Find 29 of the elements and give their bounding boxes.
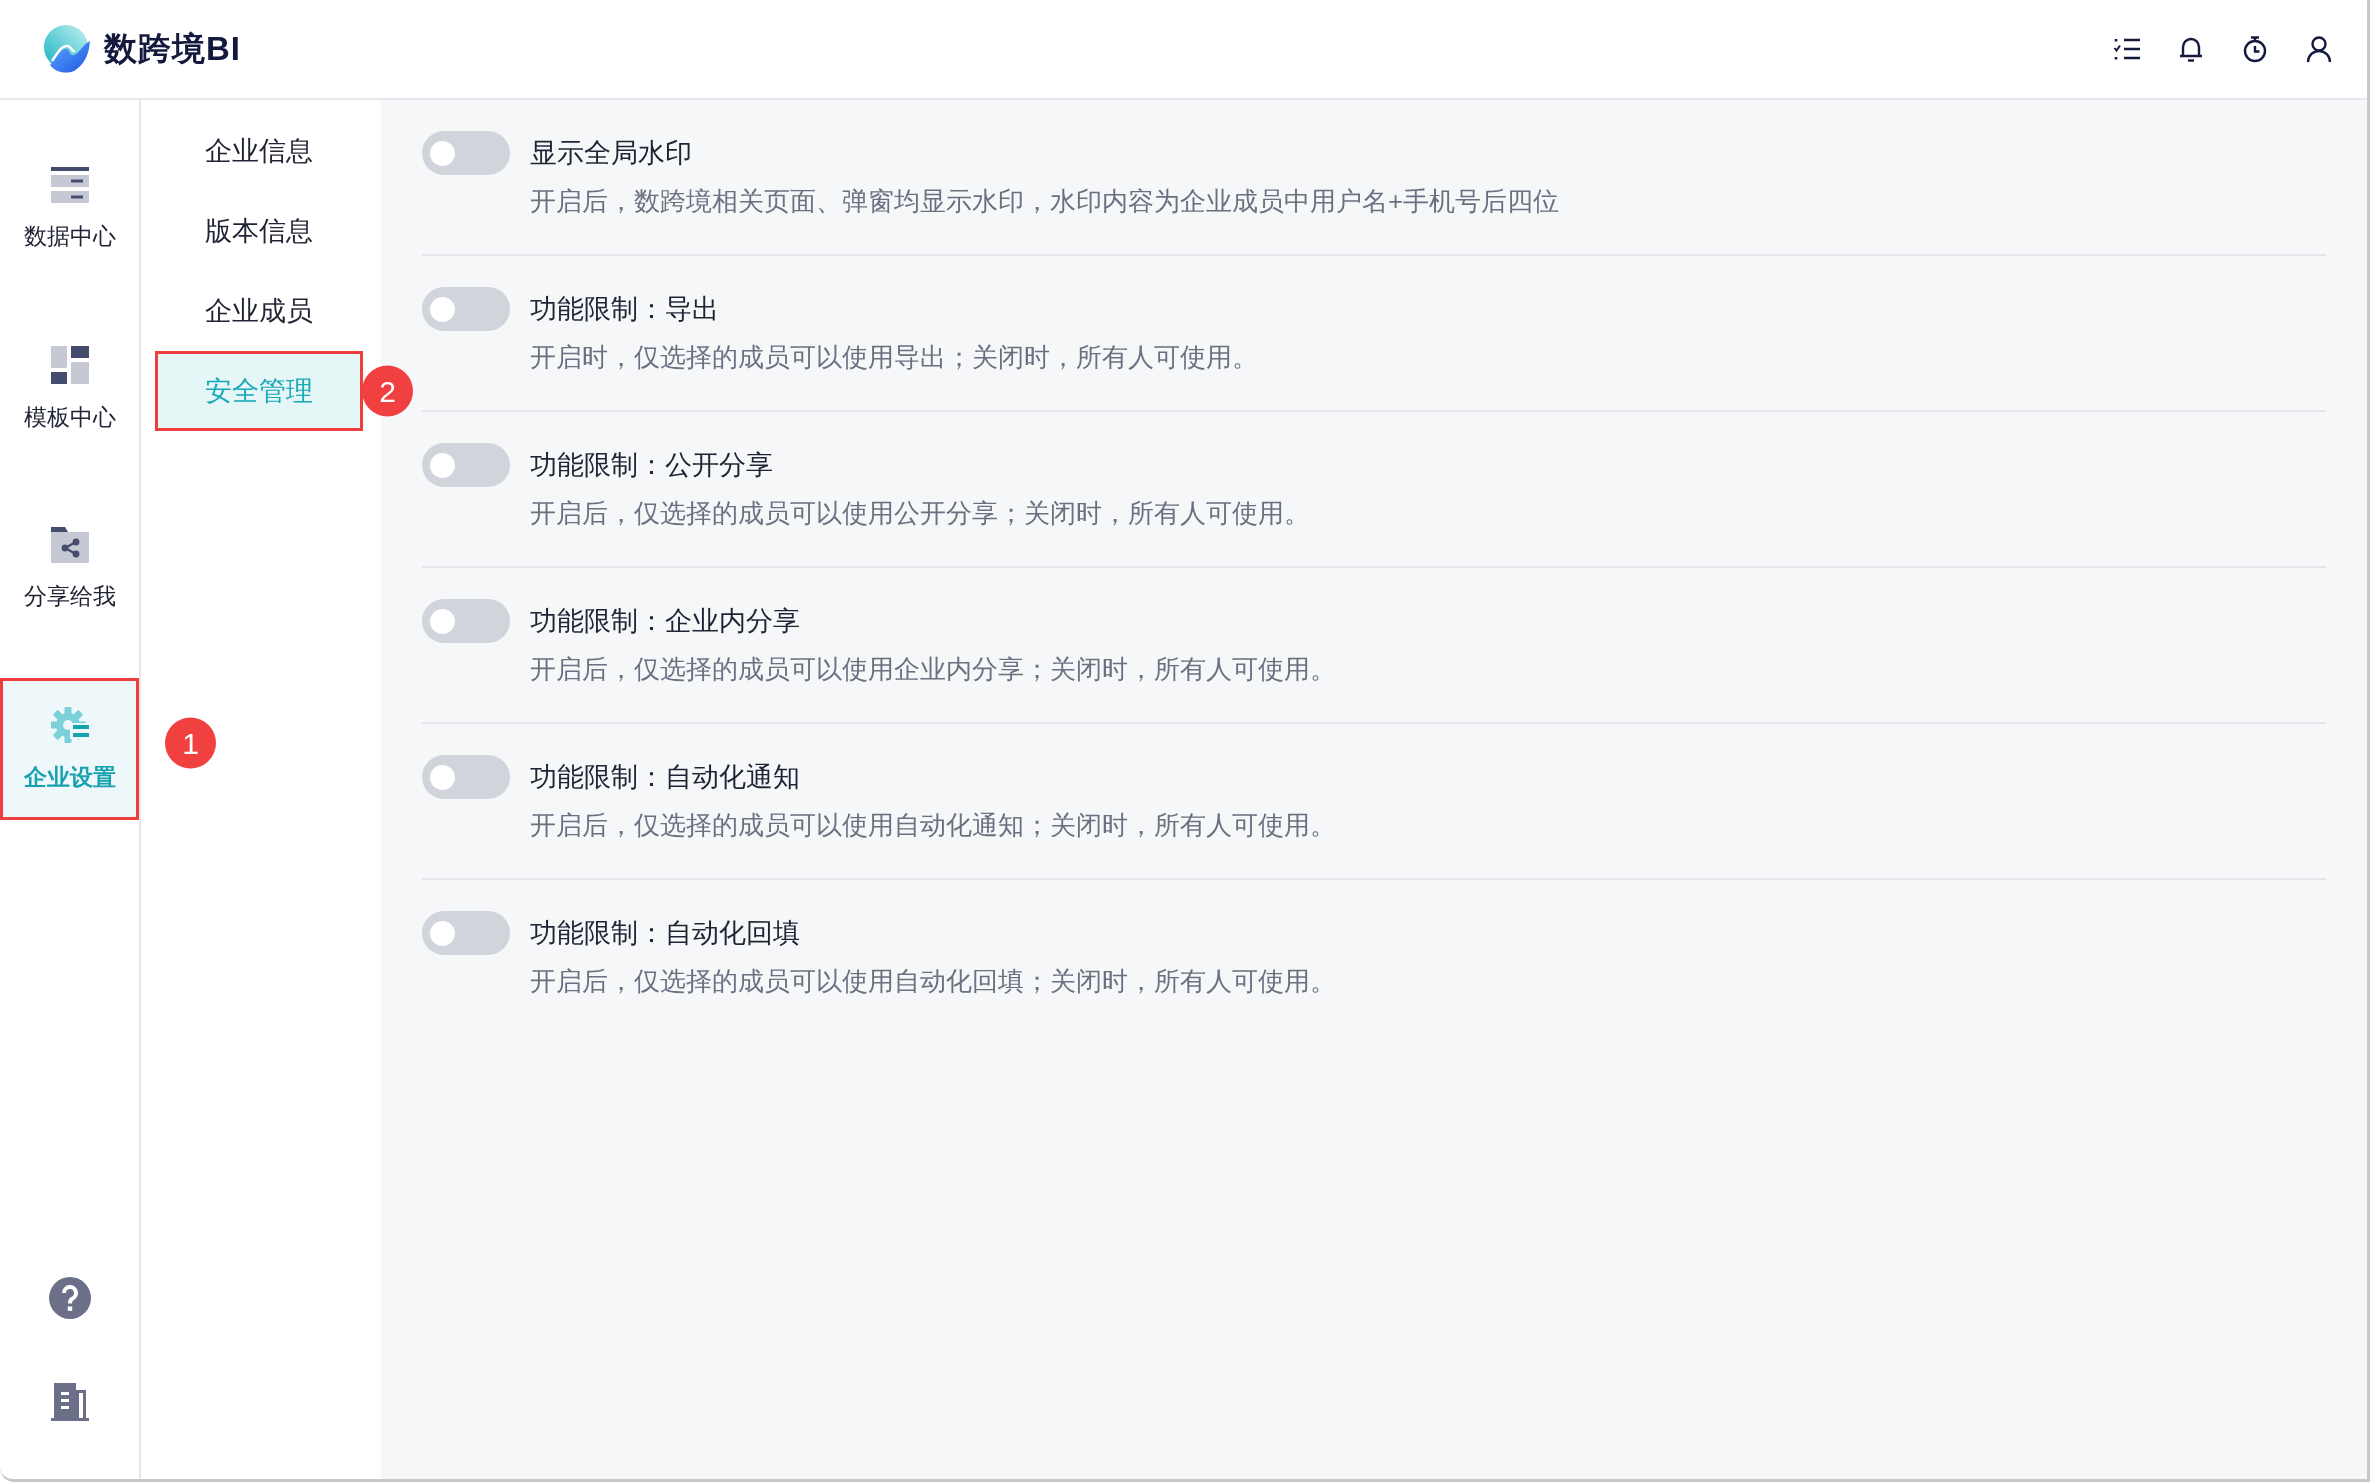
gear-settings-icon [50, 705, 89, 744]
setting-description: 开启时，仅选择的成员可以使用导出；关闭时，所有人可使用。 [530, 341, 1258, 374]
building-icon[interactable] [50, 1383, 89, 1421]
setting-title: 功能限制：自动化回填 [530, 917, 801, 950]
help-icon[interactable] [48, 1277, 91, 1319]
setting-title: 功能限制：企业内分享 [530, 605, 801, 638]
toggle-switch[interactable] [422, 755, 510, 799]
user-icon[interactable] [2305, 35, 2333, 63]
shared-folder-icon [50, 526, 89, 563]
setting-description: 开启后，数跨境相关页面、弹窗均显示水印，水印内容为企业成员中用户名+手机号后四位 [530, 185, 1560, 218]
toggle-switch[interactable] [422, 911, 510, 955]
toggle-switch[interactable] [422, 131, 510, 175]
toggle-switch[interactable] [422, 599, 510, 643]
layout-grid-icon [50, 345, 89, 384]
setting-description: 开启后，仅选择的成员可以使用自动化通知；关闭时，所有人可使用。 [530, 809, 1336, 842]
setting-description: 开启后，仅选择的成员可以使用公开分享；关闭时，所有人可使用。 [530, 497, 1310, 530]
setting-description: 开启后，仅选择的成员可以使用自动化回填；关闭时，所有人可使用。 [530, 965, 1336, 998]
setting-title: 功能限制：公开分享 [530, 449, 774, 482]
stacked-list-icon [50, 166, 89, 203]
notification-bell-icon[interactable] [2177, 35, 2205, 63]
logo-icon [42, 25, 92, 73]
toggle-switch[interactable] [422, 287, 510, 331]
stopwatch-icon[interactable] [2241, 35, 2269, 63]
setting-title: 功能限制：导出 [530, 293, 720, 326]
setting-description: 开启后，仅选择的成员可以使用企业内分享；关闭时，所有人可使用。 [530, 653, 1336, 686]
brand-name: 数跨境BI [104, 28, 241, 69]
toggle-switch[interactable] [422, 443, 510, 487]
setting-title: 功能限制：自动化通知 [530, 761, 801, 794]
setting-title: 显示全局水印 [530, 137, 693, 170]
